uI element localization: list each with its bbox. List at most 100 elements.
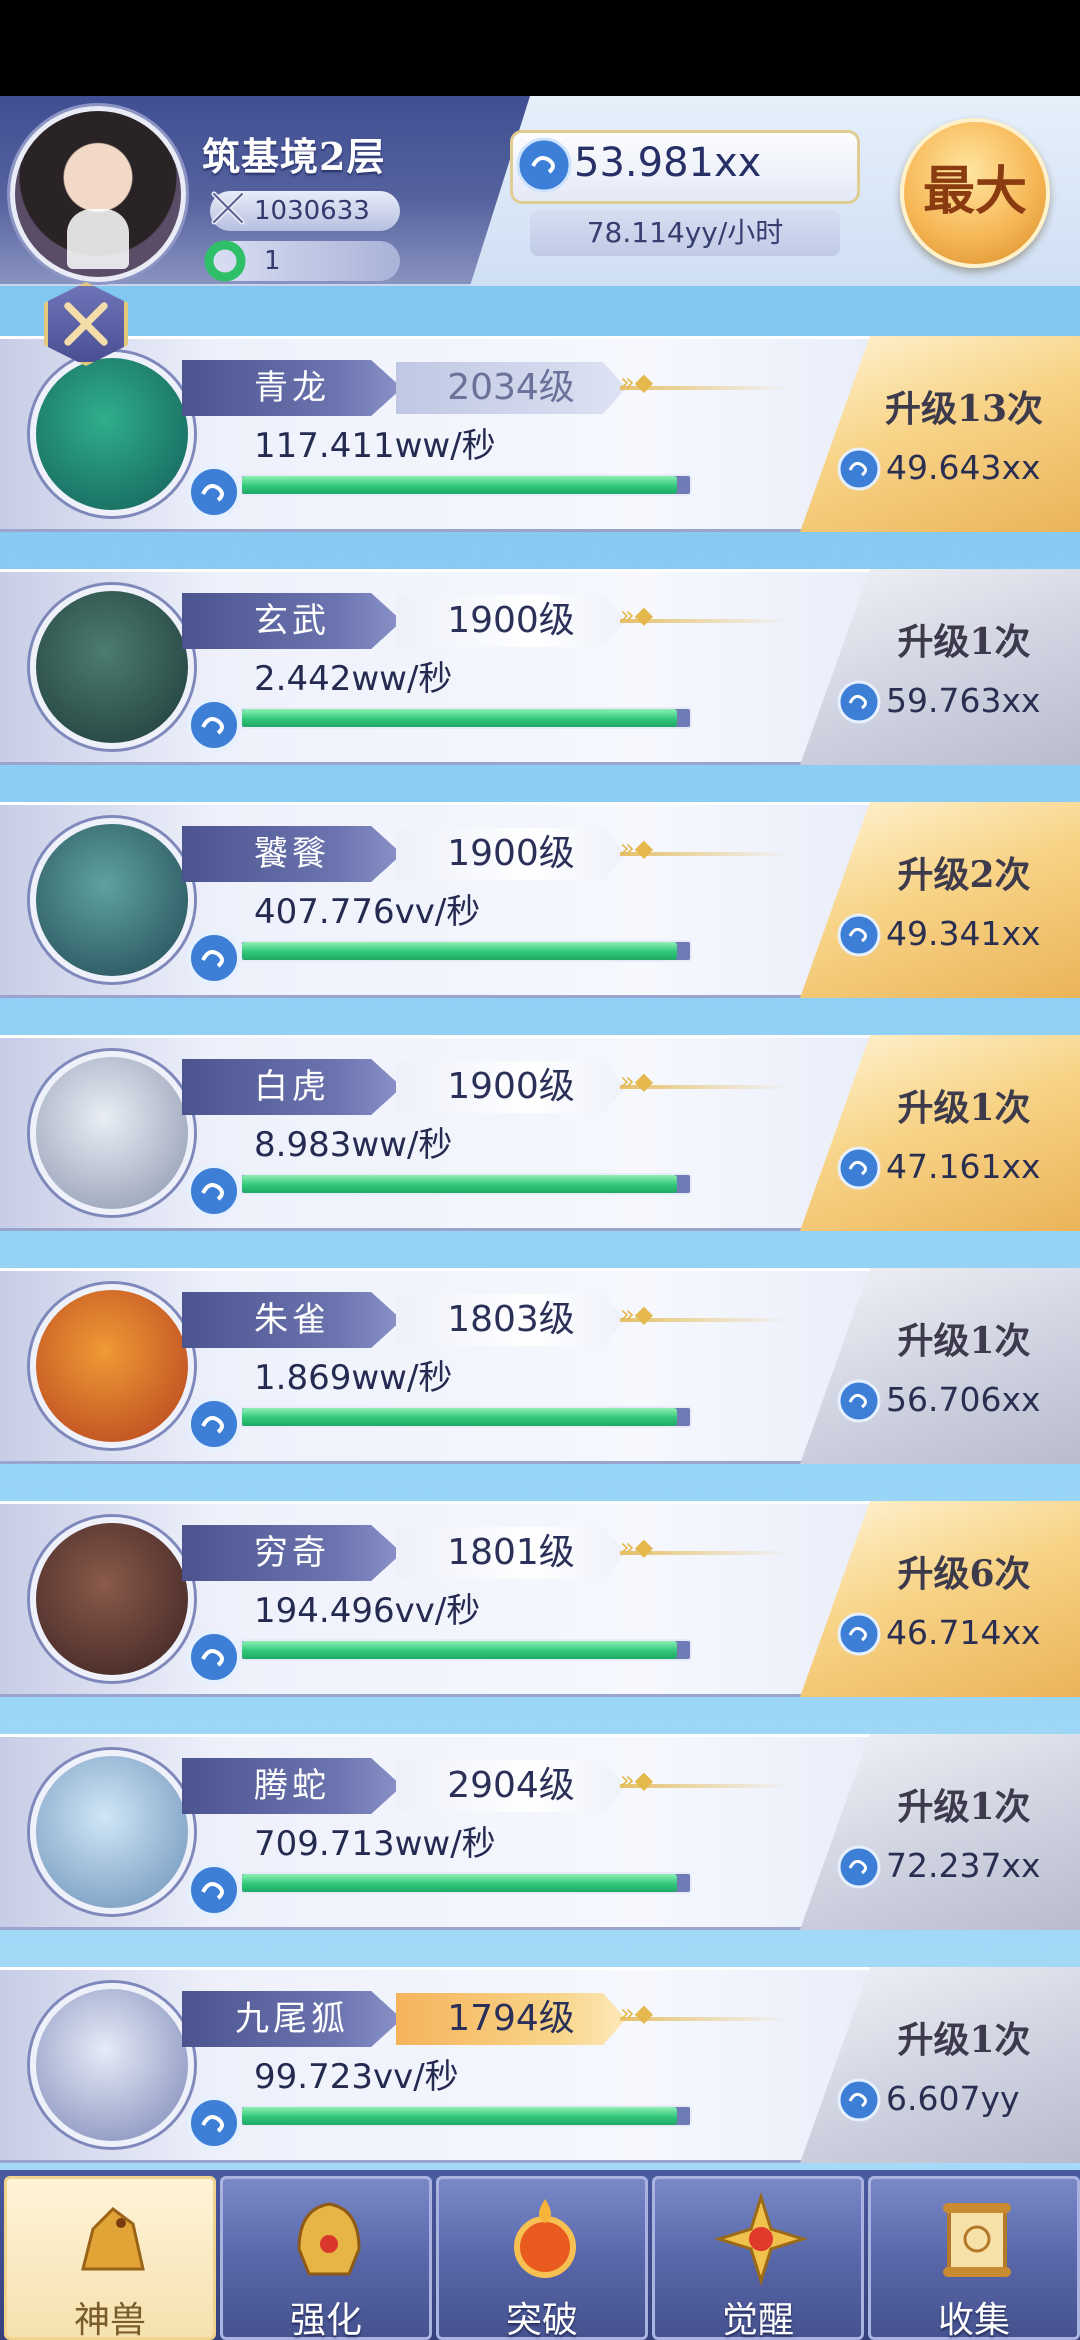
upgrade-button-label[interactable]: 升级1次 bbox=[864, 1778, 1064, 1830]
beast-progress-bar bbox=[242, 709, 677, 727]
nav-awaken[interactable]: 觉醒 bbox=[652, 2176, 864, 2340]
upgrade-button-label[interactable]: 升级1次 bbox=[864, 613, 1064, 665]
beast-progress-bar bbox=[242, 1641, 677, 1659]
upgrade-cost: 56.706xx bbox=[886, 1380, 1041, 1419]
beast-name: 饕餮 bbox=[182, 826, 402, 882]
beast-progress-bar bbox=[242, 476, 677, 494]
currency-amount: 53.981xx bbox=[574, 140, 762, 186]
beast-output-rate: 1.869ww/秒 bbox=[254, 1358, 453, 1398]
beast-row: 九尾狐 1794级 99.723vv/秒 升级1次 6.607yy bbox=[0, 1967, 1080, 2163]
upgrade-cost: 59.763xx bbox=[886, 681, 1041, 720]
spirit-orb-icon bbox=[187, 1164, 241, 1218]
beast-row: 穷奇 1801级 194.496vv/秒 升级6次 46.714xx bbox=[0, 1501, 1080, 1697]
nav-label: 收集 bbox=[937, 2300, 1010, 2340]
arrow-decoration-icon bbox=[620, 1533, 790, 1561]
beast-row: 朱雀 1803级 1.869ww/秒 升级1次 56.706xx bbox=[0, 1268, 1080, 1464]
spirit-orb-icon bbox=[837, 447, 881, 491]
upgrade-button-label[interactable]: 升级2次 bbox=[864, 846, 1064, 898]
beast-name: 朱雀 bbox=[182, 1292, 402, 1348]
beast-name: 玄武 bbox=[182, 593, 402, 649]
beast-name: 九尾狐 bbox=[182, 1991, 402, 2047]
beast-name: 穷奇 bbox=[182, 1525, 402, 1581]
beast-level: 1801级 bbox=[396, 1527, 626, 1579]
arrow-decoration-icon bbox=[620, 368, 790, 396]
helmet-icon bbox=[279, 2189, 379, 2289]
beast-name: 白虎 bbox=[182, 1059, 402, 1115]
max-button[interactable]: 最大 bbox=[900, 118, 1050, 268]
beast-name: 青龙 bbox=[182, 360, 402, 416]
upgrade-cost: 72.237xx bbox=[886, 1846, 1041, 1885]
beast-portrait[interactable] bbox=[30, 818, 194, 982]
spirit-orb-icon bbox=[837, 2078, 881, 2122]
beast-row: 青龙 2034级 117.411ww/秒 升级13次 49.643xx bbox=[0, 336, 1080, 532]
status-bar bbox=[0, 0, 1080, 96]
beast-level: 1900级 bbox=[396, 828, 626, 880]
qilin-icon bbox=[63, 2189, 163, 2289]
beast-portrait[interactable] bbox=[30, 352, 194, 516]
beast-level: 1900级 bbox=[396, 595, 626, 647]
arrow-decoration-icon bbox=[620, 1766, 790, 1794]
beast-output-rate: 99.723vv/秒 bbox=[254, 2057, 459, 2097]
player-avatar[interactable] bbox=[10, 106, 186, 282]
spirit-orb-icon bbox=[187, 465, 241, 519]
spirit-orb-icon bbox=[837, 1379, 881, 1423]
eye-emblem-icon bbox=[711, 2189, 811, 2289]
nav-label: 强化 bbox=[289, 2300, 362, 2340]
beast-portrait[interactable] bbox=[30, 1517, 194, 1681]
arrow-decoration-icon bbox=[620, 834, 790, 862]
upgrade-button-label[interactable]: 升级1次 bbox=[864, 1312, 1064, 1364]
beast-progress-bar bbox=[242, 1175, 677, 1193]
arrow-decoration-icon bbox=[620, 1067, 790, 1095]
spirit-orb-icon bbox=[187, 2096, 241, 2150]
beast-portrait[interactable] bbox=[30, 1983, 194, 2147]
beast-level: 2034级 bbox=[396, 362, 626, 414]
beast-row: 饕餮 1900级 407.776vv/秒 升级2次 49.341xx bbox=[0, 802, 1080, 998]
beast-output-rate: 194.496vv/秒 bbox=[254, 1591, 481, 1631]
beast-level: 1900级 bbox=[396, 1061, 626, 1113]
upgrade-cost: 49.643xx bbox=[886, 448, 1041, 487]
beast-row: 玄武 1900级 2.442ww/秒 升级1次 59.763xx bbox=[0, 569, 1080, 765]
upgrade-button-label[interactable]: 升级1次 bbox=[864, 2011, 1064, 2063]
fire-orb-icon bbox=[495, 2189, 595, 2289]
arrow-decoration-icon bbox=[620, 1300, 790, 1328]
beast-progress-bar bbox=[242, 1874, 677, 1892]
spirit-orb-icon bbox=[837, 913, 881, 957]
arrow-decoration-icon bbox=[620, 1999, 790, 2027]
nav-collect[interactable]: 收集 bbox=[868, 2176, 1080, 2340]
beast-progress-bar bbox=[242, 942, 677, 960]
spirit-orb-icon bbox=[187, 1630, 241, 1684]
beast-level: 1794级 bbox=[396, 1993, 626, 2045]
beast-portrait[interactable] bbox=[30, 585, 194, 749]
upgrade-button-label[interactable]: 升级1次 bbox=[864, 1079, 1064, 1131]
spirit-orb-icon bbox=[187, 1863, 241, 1917]
nav-breakthrough[interactable]: 突破 bbox=[436, 2176, 648, 2340]
beast-output-rate: 2.442ww/秒 bbox=[254, 659, 453, 699]
nav-label: 神兽 bbox=[73, 2300, 146, 2340]
spirit-orb-icon bbox=[837, 1845, 881, 1889]
nav-label: 突破 bbox=[505, 2300, 578, 2340]
beast-output-rate: 709.713ww/秒 bbox=[254, 1824, 496, 1864]
scroll-icon bbox=[927, 2189, 1027, 2289]
upgrade-button-label[interactable]: 升级6次 bbox=[864, 1545, 1064, 1597]
upgrade-cost: 47.161xx bbox=[886, 1147, 1041, 1186]
crossed-swords-icon bbox=[211, 191, 245, 225]
nav-beasts[interactable]: 神兽 bbox=[4, 2176, 216, 2340]
beast-name: 腾蛇 bbox=[182, 1758, 402, 1814]
nav-enhance[interactable]: 强化 bbox=[220, 2176, 432, 2340]
realm-title: 筑基境2层 bbox=[202, 134, 386, 179]
beast-row: 腾蛇 2904级 709.713ww/秒 升级1次 72.237xx bbox=[0, 1734, 1080, 1930]
beast-output-rate: 8.983ww/秒 bbox=[254, 1125, 453, 1165]
beast-portrait[interactable] bbox=[30, 1284, 194, 1448]
nav-label: 觉醒 bbox=[721, 2300, 794, 2340]
beast-portrait[interactable] bbox=[30, 1051, 194, 1215]
upgrade-button-label[interactable]: 升级13次 bbox=[864, 380, 1064, 432]
spirit-orb-icon bbox=[837, 1146, 881, 1190]
arrow-decoration-icon bbox=[620, 601, 790, 629]
spirit-orb-icon bbox=[837, 680, 881, 724]
beast-progress-bar bbox=[242, 2107, 677, 2125]
upgrade-cost: 46.714xx bbox=[886, 1613, 1041, 1652]
beast-level: 1803级 bbox=[396, 1294, 626, 1346]
beast-level: 2904级 bbox=[396, 1760, 626, 1812]
beast-progress-bar bbox=[242, 1408, 677, 1426]
beast-portrait[interactable] bbox=[30, 1750, 194, 1914]
